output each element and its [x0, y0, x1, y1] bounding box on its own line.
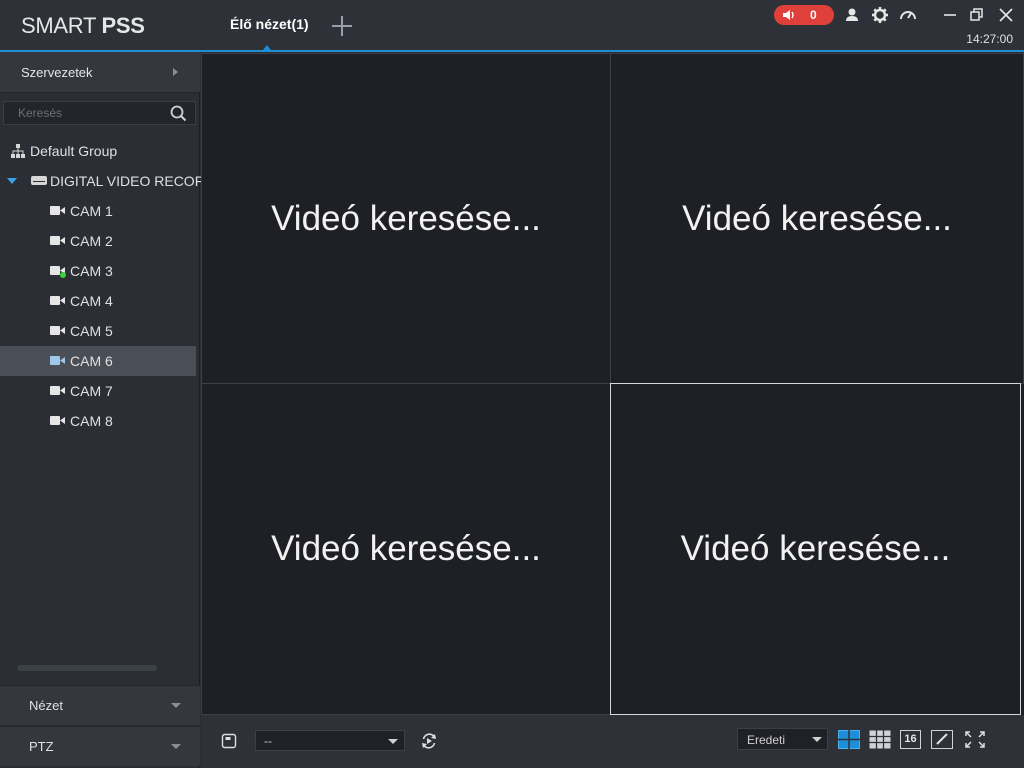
camera-label: CAM 2 — [70, 233, 113, 249]
layout-4-icon[interactable] — [838, 730, 860, 749]
search-box — [3, 101, 196, 125]
sidebar: Szervezetek Default Group DIGITAL VIDEO … — [0, 52, 203, 768]
video-grid: Videó keresése... Videó keresése... Vide… — [201, 53, 1024, 715]
tree-camera-item[interactable]: CAM 4 — [0, 286, 196, 316]
refresh-icon[interactable] — [420, 732, 438, 750]
tree-camera-item[interactable]: CAM 6 — [0, 346, 196, 376]
tree-camera-item[interactable]: CAM 8 — [0, 406, 196, 436]
layout-9-icon[interactable] — [869, 730, 891, 749]
view-panel-label: Nézet — [29, 698, 63, 713]
chevron-right-icon — [173, 68, 178, 76]
logo-bold: PSS — [101, 13, 145, 38]
camera-label: CAM 4 — [70, 293, 113, 309]
video-window-1[interactable]: Videó keresése... — [201, 53, 611, 384]
camera-label: CAM 8 — [70, 413, 113, 429]
aspect-ratio-select[interactable]: Eredeti — [737, 728, 828, 750]
tree-device-dvr[interactable]: DIGITAL VIDEO RECOF — [0, 166, 203, 196]
camera-icon — [50, 206, 65, 215]
chevron-down-icon — [812, 737, 822, 742]
camera-label: CAM 1 — [70, 203, 113, 219]
tree-group-default[interactable]: Default Group — [0, 136, 196, 166]
video-window-2[interactable]: Videó keresése... — [610, 53, 1024, 384]
tree-camera-item[interactable]: CAM 2 — [0, 226, 196, 256]
ptz-panel-header[interactable]: PTZ — [0, 726, 200, 766]
online-status-dot — [60, 272, 66, 278]
view-panel-header[interactable]: Nézet — [0, 685, 200, 725]
close-icon[interactable] — [997, 6, 1015, 24]
search-icon[interactable] — [170, 105, 187, 122]
view-select-value: -- — [264, 734, 272, 748]
alarm-count: 0 — [810, 8, 817, 22]
aspect-ratio-value: Eredeti — [747, 733, 786, 747]
organization-header[interactable]: Szervezetek — [0, 52, 200, 93]
group-label: Default Group — [30, 143, 118, 159]
search-input[interactable] — [4, 102, 164, 124]
add-tab-icon[interactable] — [330, 14, 354, 38]
fullscreen-icon[interactable] — [964, 730, 986, 749]
video-status: Videó keresése... — [271, 529, 541, 568]
edit-layout-icon[interactable] — [931, 730, 953, 749]
tab-live-view[interactable]: Élő nézet(1) — [230, 16, 309, 32]
camera-icon — [50, 326, 65, 335]
view-select[interactable]: -- — [255, 730, 405, 751]
tree-camera-item[interactable]: CAM 3 — [0, 256, 196, 286]
camera-label: CAM 7 — [70, 383, 113, 399]
device-label: DIGITAL VIDEO RECOF — [50, 173, 204, 189]
organization-label: Szervezetek — [21, 65, 93, 80]
video-window-3[interactable]: Videó keresése... — [201, 383, 611, 715]
camera-label: CAM 3 — [70, 263, 113, 279]
video-status: Videó keresése... — [680, 529, 951, 568]
camera-icon — [50, 416, 65, 425]
active-tab-indicator — [263, 45, 271, 50]
clock: 14:27:00 — [966, 32, 1013, 46]
tree-camera-item[interactable]: CAM 5 — [0, 316, 196, 346]
user-icon[interactable] — [843, 6, 861, 24]
save-view-icon[interactable] — [221, 733, 237, 749]
hierarchy-icon — [11, 144, 25, 158]
camera-icon — [50, 236, 65, 245]
camera-label: CAM 5 — [70, 323, 113, 339]
chevron-down-icon — [171, 744, 181, 749]
layout-16-button[interactable]: 16 — [900, 730, 921, 749]
camera-icon — [50, 296, 65, 305]
restore-icon[interactable] — [968, 6, 986, 24]
camera-icon — [50, 356, 65, 365]
minimize-icon[interactable] — [941, 6, 959, 24]
gauge-icon[interactable] — [899, 6, 917, 24]
camera-list: CAM 1 CAM 2 CAM 3 CAM 4 CAM 5 CAM 6 CAM 7 CAM 8 — [0, 196, 200, 436]
tree-camera-item[interactable]: CAM 7 — [0, 376, 196, 406]
title-bar: SMART PSS Élő nézet(1) 0 14:27:00 — [0, 0, 1024, 52]
dvr-icon — [31, 176, 47, 185]
bottom-toolbar: -- Eredeti 16 — [201, 715, 1024, 768]
device-tree: Default Group DIGITAL VIDEO RECOF CAM 1C… — [0, 136, 203, 436]
horizontal-scrollbar[interactable] — [17, 665, 157, 671]
gear-icon[interactable] — [871, 6, 889, 24]
chevron-down-icon — [388, 739, 398, 744]
alarm-button[interactable]: 0 — [774, 5, 834, 25]
app-logo: SMART PSS — [21, 13, 145, 39]
video-status: Videó keresése... — [271, 198, 541, 238]
camera-label: CAM 6 — [70, 353, 113, 369]
tree-camera-item[interactable]: CAM 1 — [0, 196, 196, 226]
video-status: Videó keresése... — [682, 198, 952, 238]
expand-down-icon[interactable] — [7, 178, 17, 184]
chevron-down-icon — [171, 703, 181, 708]
video-window-4[interactable]: Videó keresése... — [610, 383, 1021, 715]
speaker-icon — [783, 10, 794, 20]
ptz-panel-label: PTZ — [29, 739, 54, 754]
camera-icon — [50, 386, 65, 395]
logo-regular: SMART — [21, 13, 102, 38]
